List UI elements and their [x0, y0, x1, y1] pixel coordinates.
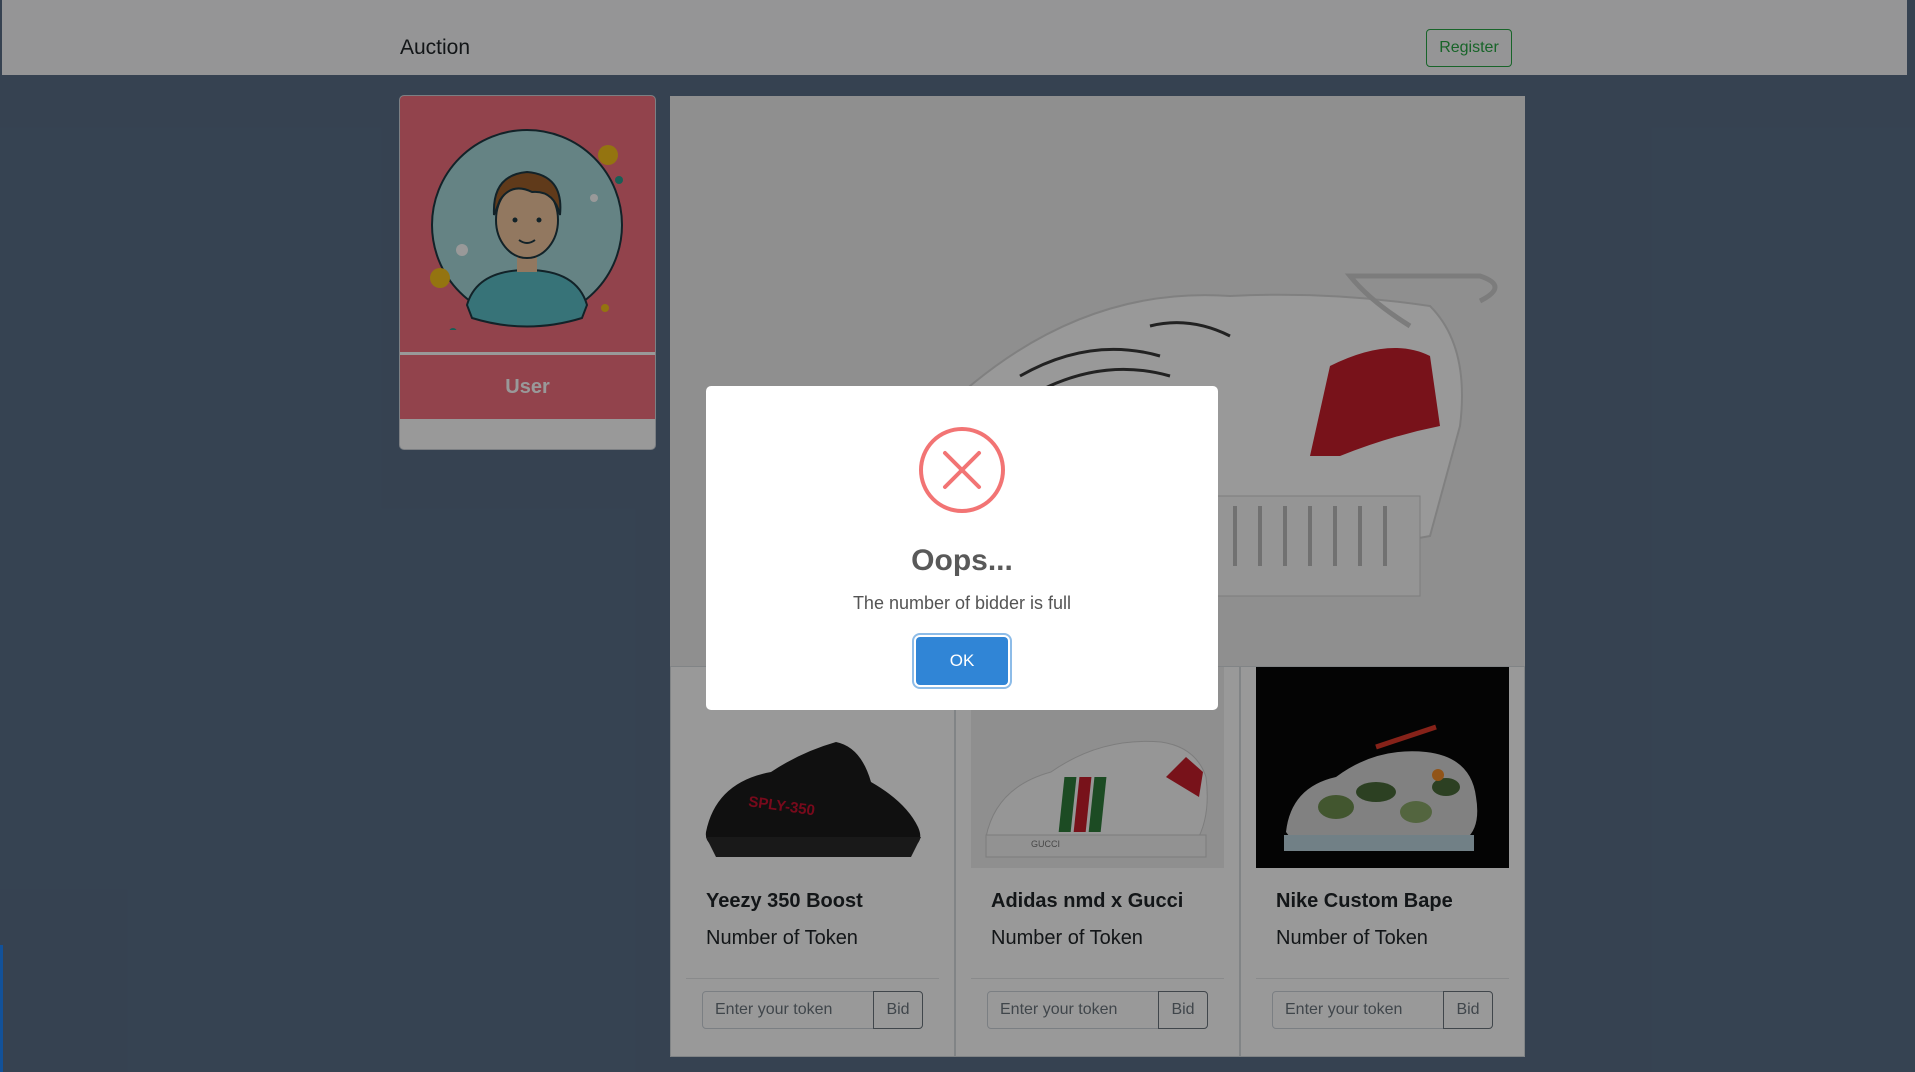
- dialog-title: Oops...: [911, 544, 1013, 577]
- ok-button[interactable]: OK: [916, 637, 1008, 685]
- error-x-icon: [919, 427, 1005, 513]
- dialog-message: The number of bidder is full: [852, 593, 1072, 613]
- error-dialog: Oops... The number of bidder is full OK: [706, 386, 1218, 710]
